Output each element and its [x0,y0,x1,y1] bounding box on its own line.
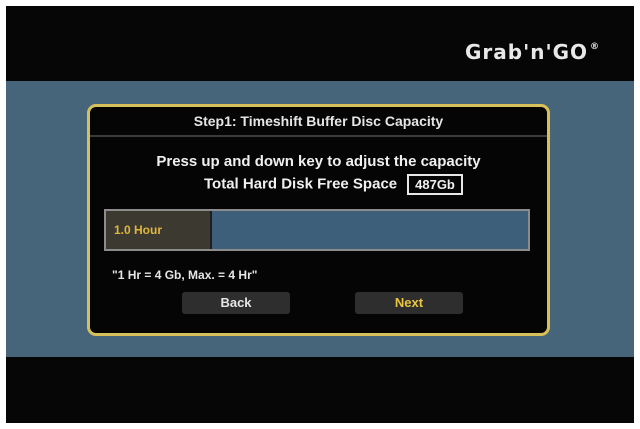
back-button[interactable]: Back [182,292,290,314]
capacity-value-label: 1.0 Hour [114,223,163,237]
free-space-value: 487Gb [407,174,463,195]
brand-logo: Grab'n'GO ® [465,40,600,64]
capacity-slider[interactable]: 1.0 Hour [104,209,530,251]
dialog-title: Step1: Timeshift Buffer Disc Capacity [90,107,547,137]
registered-mark: ® [590,42,600,52]
free-space-row: Total Hard Disk Free Space 487Gb [204,174,463,195]
capacity-note: "1 Hr = 4 Gb, Max. = 4 Hr" [112,268,258,282]
tv-screen: Grab'n'GO ® Step1: Timeshift Buffer Disc … [6,6,634,423]
next-button[interactable]: Next [355,292,463,314]
instruction-text: Press up and down key to adjust the capa… [156,153,481,170]
free-space-label: Total Hard Disk Free Space [204,175,398,193]
brand-name: Grab'n'GO [465,40,588,64]
timeshift-dialog: Step1: Timeshift Buffer Disc Capacity Pr… [87,104,550,336]
